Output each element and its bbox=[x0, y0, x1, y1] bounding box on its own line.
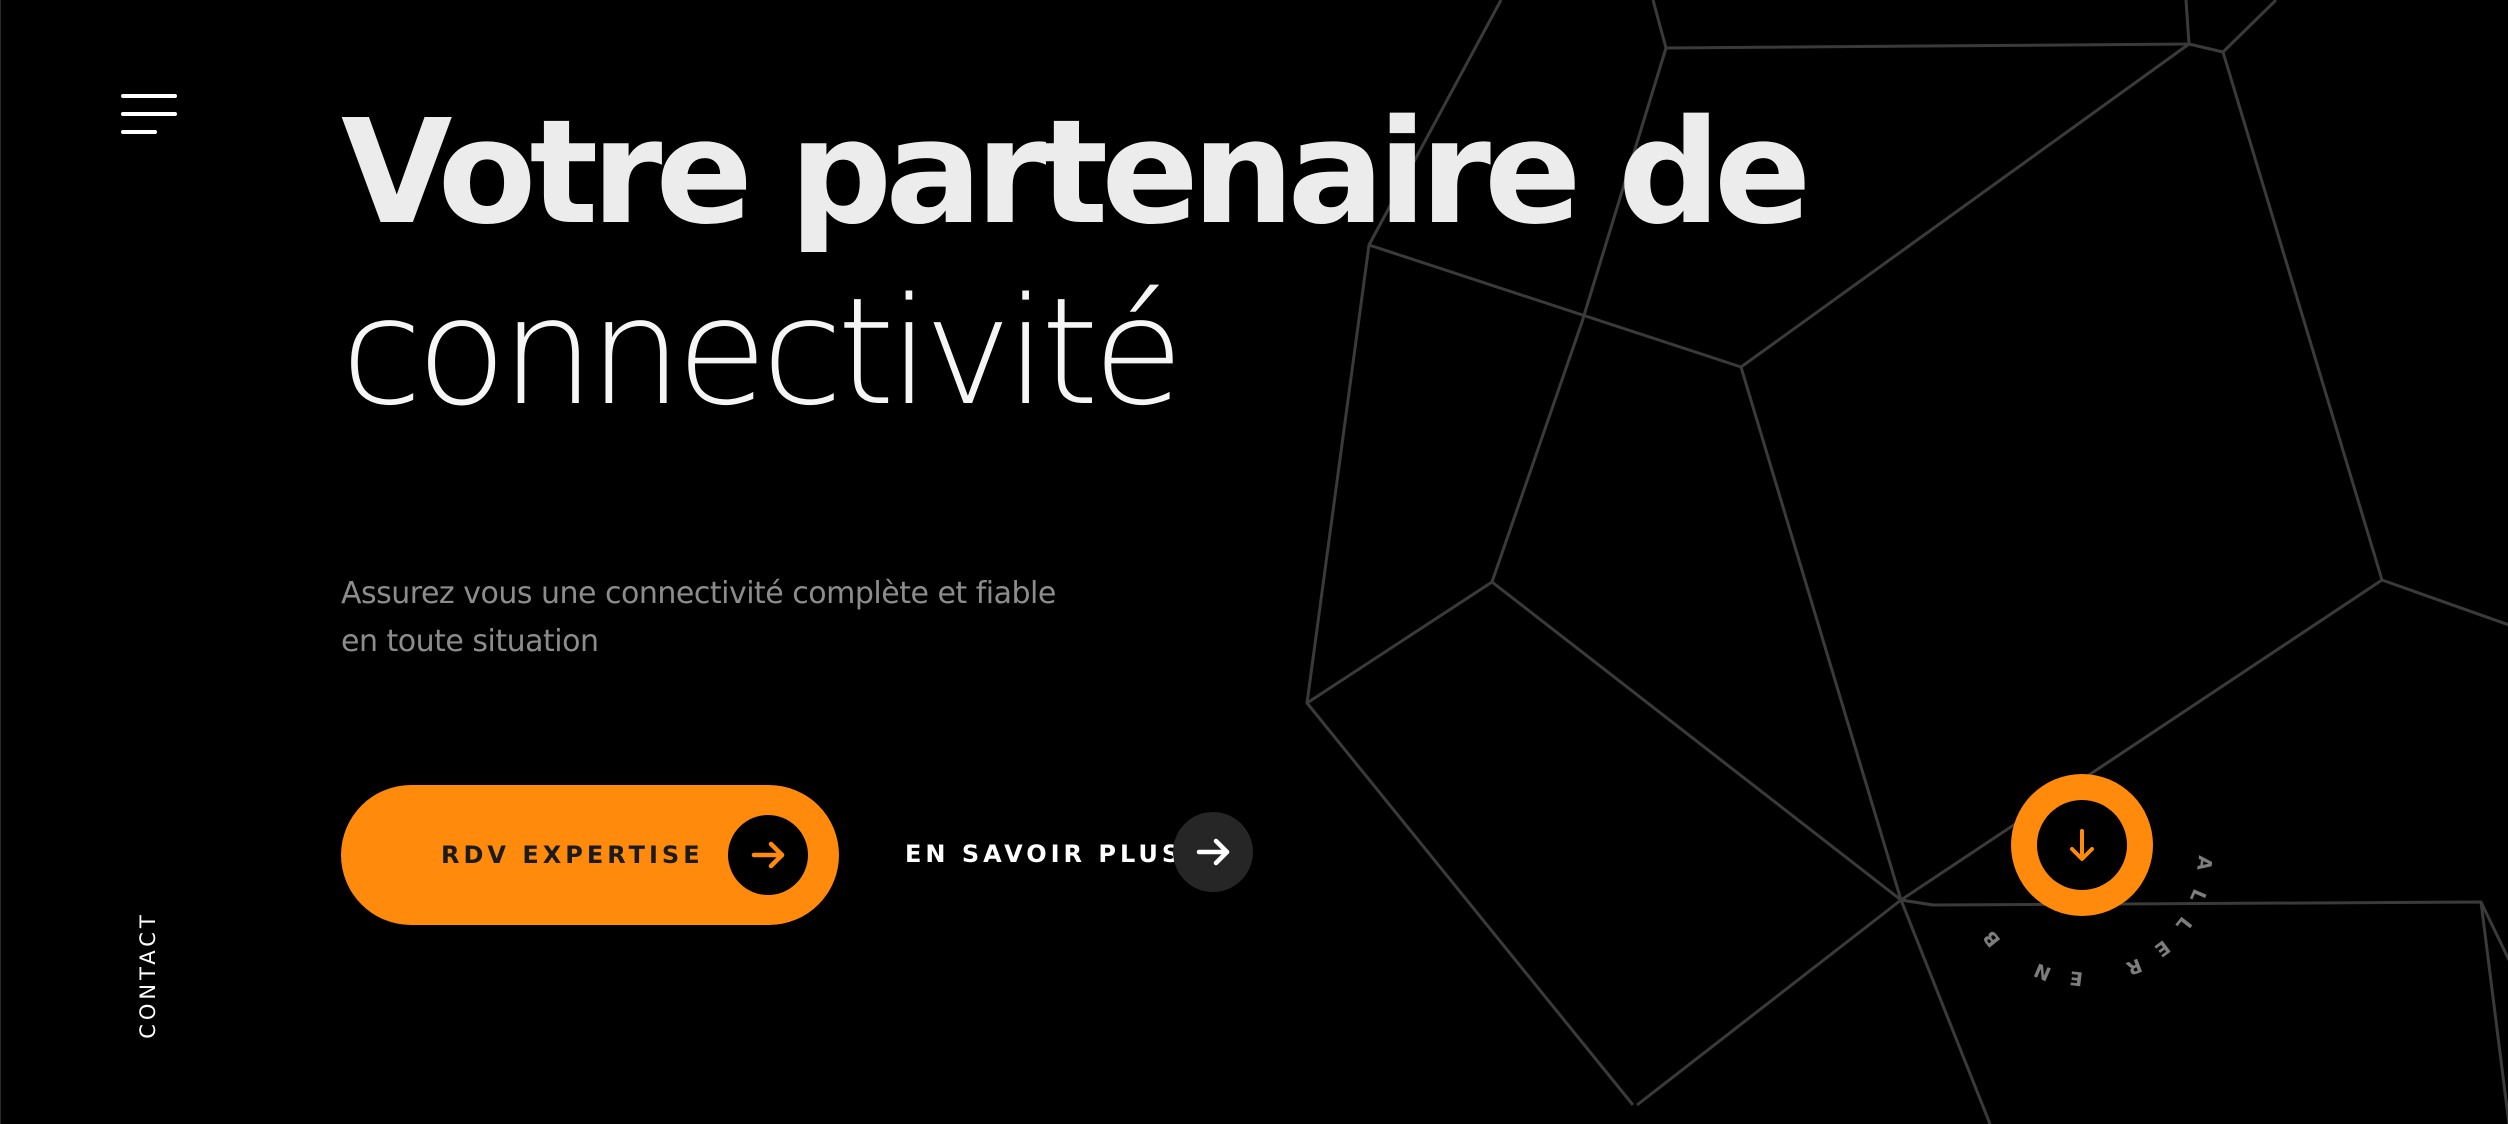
hero-subtitle: Assurez vous une connectivité complète e… bbox=[341, 576, 1056, 659]
menu-line bbox=[121, 112, 177, 116]
scroll-down-button[interactable]: ALLER EN BAS bbox=[1940, 745, 2230, 1035]
arrow-down-icon bbox=[2037, 800, 2127, 890]
en-savoir-plus-button[interactable]: EN SAVOIR PLUS bbox=[905, 812, 1265, 896]
contact-link[interactable]: CONTACT bbox=[136, 911, 160, 1039]
menu-line bbox=[121, 130, 157, 134]
en-savoir-plus-label: EN SAVOIR PLUS bbox=[905, 840, 1184, 868]
rdv-expertise-label: RDV EXPERTISE bbox=[441, 841, 704, 869]
arrow-right-icon bbox=[728, 815, 808, 895]
scroll-ring bbox=[2011, 774, 2153, 916]
rdv-expertise-button[interactable]: RDV EXPERTISE bbox=[341, 785, 839, 925]
hero-title-light: connectivité bbox=[341, 266, 1184, 438]
hamburger-menu-icon[interactable] bbox=[119, 92, 179, 140]
menu-line bbox=[121, 94, 177, 98]
hero-title-bold: Votre partenaire de bbox=[341, 88, 1812, 256]
hero-title: Votre partenaire de connectivité bbox=[341, 88, 1812, 438]
hero-section: CONTACT Votre partenaire de connectivité… bbox=[0, 0, 2508, 1124]
arrow-right-icon bbox=[1173, 812, 1253, 892]
